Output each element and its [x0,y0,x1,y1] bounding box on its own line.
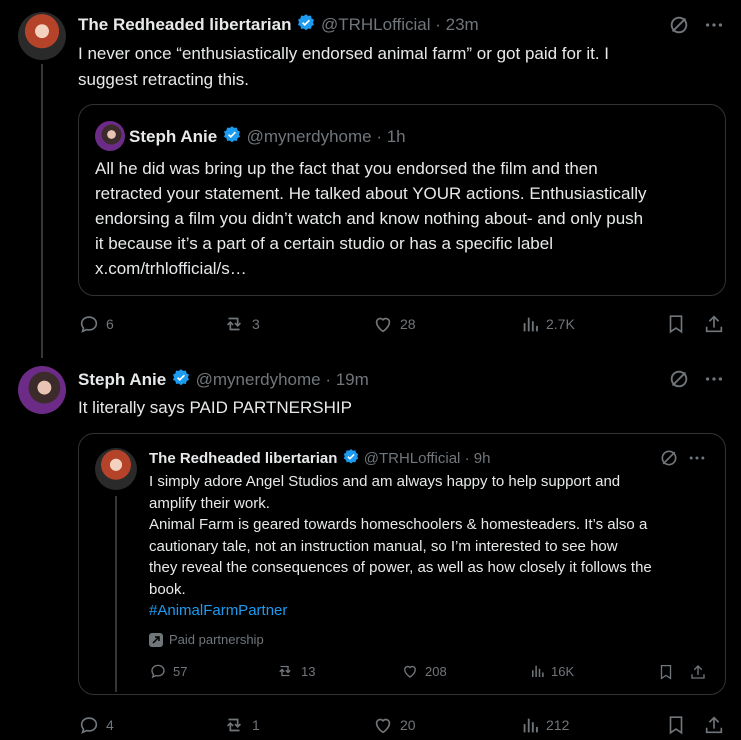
verified-badge-icon [343,449,358,464]
repost-count: 3 [252,316,260,332]
reply-count: 57 [173,663,188,679]
quote-author-handle: @TRHLofficial [363,450,461,467]
more-options-icon[interactable] [703,368,725,390]
reply-count: 4 [106,717,114,733]
repost-icon [226,317,242,331]
repost-icon [279,665,291,677]
hashtag-link[interactable]: #AnimalFarmPartner [149,600,719,622]
reply-icon [80,316,98,333]
quoted-tweet-card[interactable]: The Redheaded libertarian @TRHLofficial … [78,433,726,695]
repost-count: 13 [301,663,316,679]
reply-button[interactable]: 4 [78,714,114,736]
share-icon[interactable] [703,714,725,736]
like-count: 20 [400,717,416,733]
quote-header: Steph Anie @mynerdyhome · 1h [129,125,406,148]
quote-author-name: The Redheaded libertarian [149,450,338,467]
quote-text-line: cautionary tale, not an instruction manu… [149,537,618,555]
quote-text-line: I simply adore Angel Studios and am alwa… [149,473,621,490]
bookmark-icon[interactable] [657,663,675,681]
quote-text-line: it because it’s a part of a certain stud… [95,234,553,253]
quote-text-line: they reveal the consequences of power, a… [149,559,652,576]
reply-button[interactable]: 6 [78,313,114,335]
avatar[interactable] [18,366,66,414]
thread-line [41,64,43,358]
repost-button[interactable]: 13 [275,662,315,680]
quote-text-line: Animal Farm is geared towards homeschool… [149,516,648,533]
quote-timestamp: · 1h [376,127,406,146]
quote-text-line: All he did was bring up the fact that yo… [95,159,598,178]
paid-partnership-label[interactable]: Paid partnership [149,632,264,647]
verified-badge-icon [298,14,315,31]
author-name[interactable]: The Redheaded libertarian [78,15,292,34]
quote-timestamp: · 9h [464,450,491,467]
avatar[interactable] [18,12,66,60]
quote-text: All he did was bring up the fact that yo… [95,156,715,281]
quoted-tweet-card[interactable]: Steph Anie @mynerdyhome · 1h All he did … [78,104,726,296]
avatar [95,121,125,151]
quote-text: I simply adore Angel Studios and am alwa… [149,471,719,622]
quote-text-line: book. [149,580,186,598]
quote-text-line: amplify their work. [149,494,270,512]
like-button[interactable]: 20 [372,714,416,736]
reply-button[interactable]: 57 [149,662,187,680]
reply-count: 6 [106,316,114,332]
quote-author-name: Steph Anie [129,127,218,146]
heart-icon [375,317,391,333]
tweet-header: The Redheaded libertarian @TRHLofficial … [78,13,479,36]
views-icon [532,665,544,677]
grok-icon[interactable] [668,14,690,36]
grok-icon[interactable] [668,368,690,390]
views-icon [523,718,538,733]
verified-badge-icon [223,126,240,143]
tweet-text: I never once “enthusiastically endorsed … [78,41,728,93]
avatar [95,448,137,490]
views-button[interactable]: 16K [529,662,574,680]
views-button[interactable]: 2.7K [520,313,575,335]
tweet-text-line: suggest retracting this. [78,70,250,89]
reply-icon [80,717,98,734]
bookmark-icon[interactable] [665,714,687,736]
views-icon [523,317,538,332]
share-icon[interactable] [689,663,707,681]
repost-icon [226,718,242,732]
heart-icon [404,665,416,678]
thread-line [115,496,117,692]
tweet-header: Steph Anie @mynerdyhome · 19m [78,368,369,391]
like-count: 28 [400,316,416,332]
quote-text-line: endorsing a film you didn’t watch and kn… [95,209,644,228]
author-name[interactable]: Steph Anie [78,370,166,389]
bookmark-icon[interactable] [665,313,687,335]
grok-icon[interactable] [659,448,679,468]
share-icon[interactable] [703,313,725,335]
repost-button[interactable]: 1 [222,714,260,736]
like-button[interactable]: 28 [372,313,416,335]
views-count: 212 [546,717,570,733]
quote-header: The Redheaded libertarian @TRHLofficial … [149,448,490,469]
timestamp[interactable]: · 23m [435,15,478,34]
tweet-text-line: I never once “enthusiastically endorsed … [78,44,610,63]
quote-author-handle: @mynerdyhome [246,127,372,146]
views-button[interactable]: 212 [520,714,569,736]
repost-count: 1 [252,717,260,733]
author-handle[interactable]: @TRHLofficial [321,15,431,34]
heart-icon [375,718,391,734]
timestamp[interactable]: · 19m [325,370,368,389]
more-options-icon[interactable] [703,14,725,36]
views-count: 16K [551,663,575,679]
like-count: 208 [425,663,447,679]
tweet-text: It literally says PAID PARTNERSHIP [78,398,352,417]
more-options-icon[interactable] [687,448,707,468]
quote-text-line: retracted your statement. He talked abou… [95,184,647,203]
reply-icon [151,664,165,679]
repost-button[interactable]: 3 [222,313,260,335]
paid-partnership-icon [149,632,163,647]
author-handle[interactable]: @mynerdyhome [196,370,321,389]
quote-link[interactable]: x.com/trhlofficial/s… [95,256,715,281]
paid-partnership-text: Paid partnership [169,632,264,647]
verified-badge-icon [172,369,189,386]
views-count: 2.7K [546,316,575,332]
like-button[interactable]: 208 [401,662,447,680]
